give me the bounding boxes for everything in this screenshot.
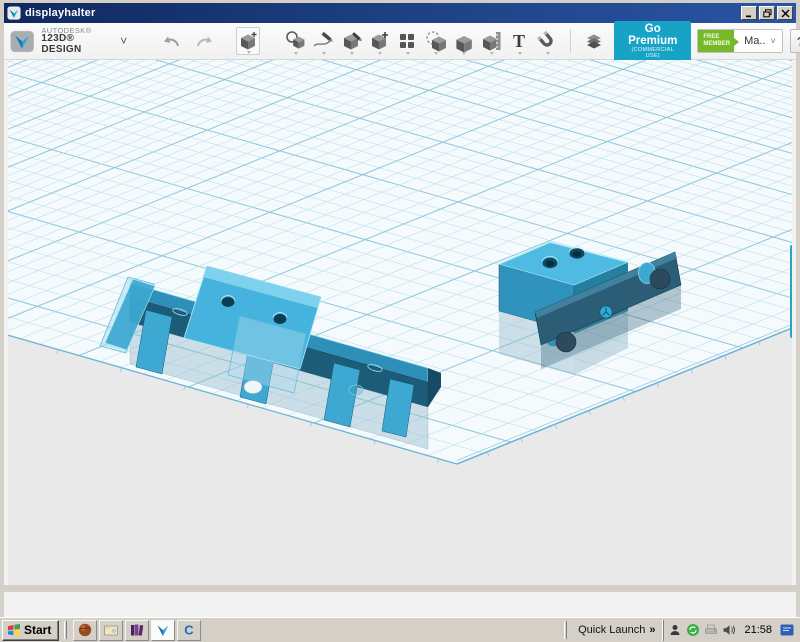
tool-measure[interactable] — [480, 27, 502, 55]
tool-sketch[interactable] — [284, 27, 306, 55]
dropdown-caret-icon — [434, 52, 439, 55]
account-name: Ma.. — [744, 35, 766, 47]
svg-text:T: T — [513, 31, 525, 51]
dropdown-caret-icon — [247, 51, 252, 54]
badge-line2: MEMBER — [703, 40, 731, 47]
dropdown-caret-icon — [490, 52, 495, 55]
window-bottom-border — [4, 585, 796, 592]
dropdown-caret-icon — [518, 52, 523, 55]
tool-modify[interactable] — [368, 27, 390, 55]
dropdown-caret-icon — [462, 52, 467, 55]
app-123d-icon[interactable] — [151, 619, 176, 641]
dropdown-caret-icon — [294, 52, 299, 55]
brand-line2: 123D® DESIGN — [41, 33, 82, 55]
globe-icon[interactable] — [73, 619, 98, 641]
dropdown-caret-icon — [378, 52, 383, 55]
taskbar-divider — [564, 621, 568, 639]
app-window: displayhalter AUTODESK® 123D® DESIGN ˅ T… — [0, 0, 800, 617]
membership-badge: FREE MEMBER — [698, 30, 739, 52]
window-title: displayhalter — [25, 7, 96, 19]
badge-line1: FREE — [703, 34, 720, 40]
dropdown-caret-icon — [546, 52, 551, 55]
overflow-chevron[interactable]: » — [649, 624, 655, 636]
redo-icon[interactable] — [195, 33, 215, 49]
dropdown-caret-icon — [322, 52, 327, 55]
chevron-down-icon: ˅ — [770, 36, 776, 46]
taskbar-divider — [64, 621, 68, 639]
volume-icon[interactable] — [722, 623, 736, 637]
tool-draw[interactable] — [312, 27, 334, 55]
svg-text:C: C — [185, 623, 195, 638]
help-button[interactable]: ? — [789, 29, 800, 53]
viewport-3d[interactable]: TOP LEFT FRONT — [8, 60, 792, 585]
app-123d-titlebar-icon — [7, 6, 21, 20]
start-button[interactable]: Start — [2, 619, 60, 641]
go-premium-button[interactable]: Go Premium (COMMERCIAL USE) — [614, 20, 692, 62]
taskbar-clock[interactable]: 21:58 — [744, 624, 772, 636]
account-dropdown[interactable]: FREE MEMBER Ma.. ˅ — [697, 29, 783, 53]
go-premium-label: Go Premium — [628, 22, 678, 47]
restore-button[interactable] — [759, 6, 775, 20]
windows-flag-icon — [8, 624, 20, 636]
app-menu[interactable]: AUTODESK® 123D® DESIGN ˅ — [10, 26, 127, 56]
tool-transform[interactable] — [236, 27, 261, 55]
sync-icon[interactable] — [686, 623, 700, 637]
books-icon[interactable] — [125, 619, 150, 641]
tool-construct[interactable] — [340, 27, 363, 55]
chevron-down-icon[interactable]: ˅ — [120, 34, 127, 48]
app-c-icon[interactable]: C — [177, 619, 202, 641]
tool-grouping[interactable] — [424, 27, 447, 55]
panel-handle[interactable] — [790, 245, 792, 338]
tool-combine[interactable] — [452, 27, 474, 55]
start-label: Start — [24, 623, 52, 637]
app-123d-logo-icon — [10, 30, 34, 52]
user-icon[interactable] — [668, 623, 682, 637]
dropdown-caret-icon — [406, 52, 411, 55]
close-button[interactable] — [777, 6, 793, 20]
printer-icon[interactable] — [704, 623, 718, 637]
quick-launch-label: Quick Launch — [578, 624, 646, 636]
material-layers-icon[interactable] — [583, 27, 605, 55]
language-icon[interactable] — [780, 623, 794, 637]
folder-icon[interactable] — [99, 619, 124, 641]
tool-pattern[interactable] — [396, 27, 418, 55]
tool-snap[interactable] — [536, 27, 558, 55]
minimize-button[interactable] — [741, 6, 757, 20]
main-toolbar: AUTODESK® 123D® DESIGN ˅ T Go Premium (C… — [4, 20, 800, 62]
system-tray: 21:58 — [663, 619, 798, 641]
toolbar-divider — [570, 29, 572, 53]
go-premium-sublabel: (COMMERCIAL USE) — [631, 46, 674, 59]
tool-text[interactable]: T — [508, 27, 530, 55]
dropdown-caret-icon — [350, 52, 355, 55]
taskbar: Start C Quick Launch » 21:58 — [0, 617, 800, 642]
undo-icon[interactable] — [161, 33, 181, 49]
